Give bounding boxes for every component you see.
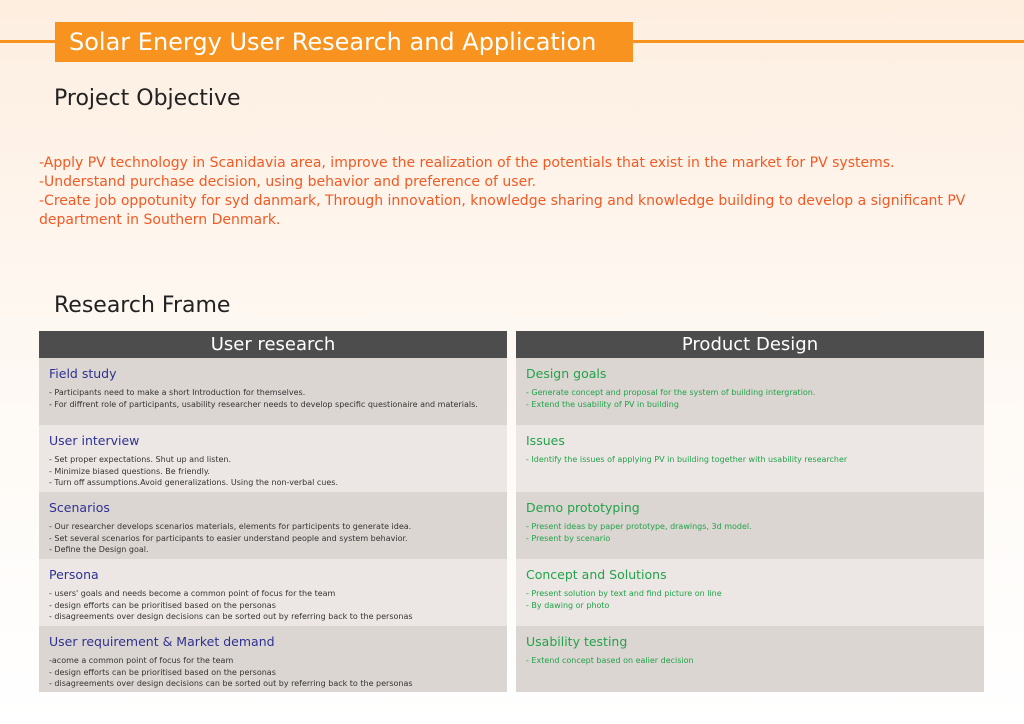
product-design-column: Product Design Design goals - Generate co… — [516, 331, 984, 692]
user-research-column: User research Field study - Participants … — [39, 331, 507, 692]
research-frame-heading: Research Frame — [54, 293, 231, 318]
row-title: User requirement & Market demand — [49, 634, 275, 649]
bullet-line: - users' goals and needs become a common… — [49, 589, 336, 598]
row-title: Issues — [526, 433, 565, 448]
user-research-rows: Field study - Participants need to make a… — [39, 358, 507, 692]
bullet-line: - design efforts can be prioritised base… — [49, 600, 276, 610]
bullet-line: - Present solution by text and find pict… — [526, 589, 722, 598]
research-row: Demo prototyping - Present ideas by paper… — [516, 492, 984, 559]
bullet-line: -acome a common point of focus for the t… — [49, 656, 234, 665]
user-research-header: User research — [39, 331, 507, 358]
row-title: Scenarios — [49, 500, 110, 515]
research-row: Concept and Solutions - Present solution … — [516, 559, 984, 626]
bullet-line: - Set proper expectations. Shut up and l… — [49, 455, 232, 464]
product-design-rows: Design goals - Generate concept and propo… — [516, 358, 984, 692]
bullet-line: - For diffrent role of participants, usa… — [49, 399, 478, 409]
bullet-line: - By dawing or photo — [526, 600, 610, 610]
row-bullets: - Set proper expectations. Shut up and l… — [49, 454, 497, 489]
bullet-line: - design efforts can be prioritised base… — [49, 667, 276, 677]
row-bullets: - Generate concept and proposal for the … — [526, 387, 974, 410]
bullet-line: - Identify the issues of applying PV in … — [526, 455, 848, 464]
row-bullets: - Present solution by text and find pict… — [526, 588, 974, 611]
page-title: Solar Energy User Research and Applicati… — [55, 22, 633, 62]
bullet-line: - Extend concept based on ealier decisio… — [526, 656, 694, 665]
row-title: Design goals — [526, 366, 607, 381]
research-row: Field study - Participants need to make a… — [39, 358, 507, 425]
bullet-line: - disagreements over design decisions ca… — [49, 679, 413, 688]
bullet-line: - Turn off assumptions.Avoid generalizat… — [49, 478, 338, 487]
row-bullets: - Present ideas by paper prototype, draw… — [526, 521, 974, 544]
bullet-line: - Minimize biased questions. Be friendly… — [49, 466, 210, 476]
objective-line: -Apply PV technology in Scanidavia area,… — [39, 155, 895, 171]
research-row: Scenarios - Our researcher develops scena… — [39, 492, 507, 559]
row-title: Usability testing — [526, 634, 628, 649]
research-row: Usability testing - Extend concept based … — [516, 626, 984, 692]
row-title: Demo prototyping — [526, 500, 640, 515]
bullet-line: - Present ideas by paper prototype, draw… — [526, 522, 752, 531]
research-row: User requirement & Market demand -acome a… — [39, 626, 507, 692]
bullet-line: - Participants need to make a short Intr… — [49, 388, 306, 397]
objective-line: -Create job oppotunity for syd danmark, … — [39, 193, 966, 228]
bullet-line: - Our researcher develops scenarios mate… — [49, 522, 412, 531]
row-bullets: - Identify the issues of applying PV in … — [526, 454, 974, 466]
row-bullets: - Our researcher develops scenarios mate… — [49, 521, 497, 556]
bullet-line: - Set several scenarios for participants… — [49, 533, 408, 543]
research-row: User interview - Set proper expectations.… — [39, 425, 507, 492]
project-objective-heading: Project Objective — [54, 86, 241, 111]
bullet-line: - Define the Design goal. — [49, 545, 149, 554]
row-bullets: - Participants need to make a short Intr… — [49, 387, 497, 410]
bullet-line: - disagreements over design decisions ca… — [49, 612, 413, 621]
bullet-line: - Extend the usability of PV in building — [526, 399, 679, 409]
row-bullets: -acome a common point of focus for the t… — [49, 655, 497, 690]
row-title: User interview — [49, 433, 140, 448]
row-bullets: - users' goals and needs become a common… — [49, 588, 497, 623]
row-bullets: - Extend concept based on ealier decisio… — [526, 655, 974, 667]
research-row: Persona - users' goals and needs become a… — [39, 559, 507, 626]
research-row: Issues - Identify the issues of applying … — [516, 425, 984, 492]
bullet-line: - Present by scenario — [526, 533, 611, 543]
objective-text: -Apply PV technology in Scanidavia area,… — [39, 154, 999, 230]
row-title: Field study — [49, 366, 117, 381]
product-design-header: Product Design — [516, 331, 984, 358]
research-row: Design goals - Generate concept and propo… — [516, 358, 984, 425]
bullet-line: - Generate concept and proposal for the … — [526, 388, 816, 397]
objective-line: -Understand purchase decision, using beh… — [39, 174, 537, 190]
row-title: Persona — [49, 567, 99, 582]
row-title: Concept and Solutions — [526, 567, 667, 582]
